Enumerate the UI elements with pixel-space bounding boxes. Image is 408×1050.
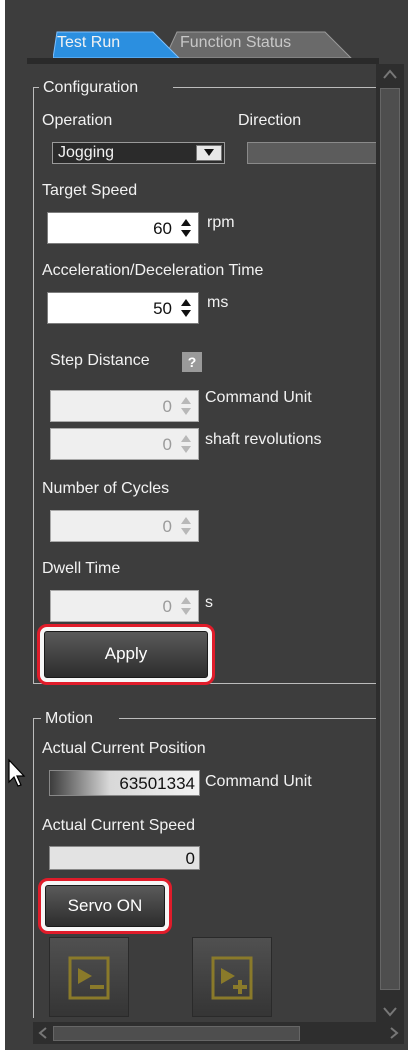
step-distance-label: Step Distance: [50, 352, 150, 369]
config-group-label: Configuration: [43, 79, 139, 96]
step-shaft-input[interactable]: 0: [50, 428, 199, 460]
mouse-pointer-icon: [8, 758, 26, 787]
cycles-value: 0: [162, 517, 172, 536]
spin-arrows-icon[interactable]: [178, 514, 194, 538]
target-speed-input[interactable]: 60: [47, 212, 199, 244]
cycles-input[interactable]: 0: [50, 510, 199, 542]
help-glyph: ?: [187, 354, 197, 370]
scroll-left-icon[interactable]: [33, 1022, 53, 1044]
scroll-down-icon[interactable]: [376, 1000, 404, 1022]
dwell-input[interactable]: 0: [50, 590, 199, 622]
jog-forward-icon: [211, 956, 253, 1000]
jog-reverse-icon: [68, 956, 110, 1000]
tab-strip: [27, 58, 379, 64]
step-command-input[interactable]: 0: [50, 390, 199, 422]
step-command-value: 0: [162, 397, 172, 416]
dwell-label: Dwell Time: [42, 560, 121, 577]
jog-reverse-button[interactable]: [49, 937, 129, 1017]
dwell-unit: s: [205, 594, 213, 611]
test-run-panel: Function Status Test Run Configuration O…: [5, 0, 408, 1050]
speed-value: 0: [185, 849, 195, 868]
operation-dropdown-button[interactable]: [196, 145, 222, 161]
apply-button[interactable]: Apply: [44, 631, 208, 678]
spin-arrows-icon[interactable]: [178, 432, 194, 456]
spin-arrows-icon[interactable]: [178, 394, 194, 418]
speed-readout: 0: [49, 846, 200, 870]
speed-label: Actual Current Speed: [42, 817, 195, 834]
motion-frame-top-left: [33, 718, 41, 719]
help-icon[interactable]: ?: [182, 352, 202, 372]
cycles-label: Number of Cycles: [42, 480, 170, 497]
direction-label: Direction: [238, 112, 302, 129]
horizontal-scroll-thumb[interactable]: [53, 1026, 300, 1041]
operation-label: Operation: [42, 112, 113, 129]
apply-button-highlight: Apply: [37, 624, 215, 685]
apply-button-label: Apply: [104, 644, 148, 663]
spin-arrows-icon[interactable]: [178, 216, 194, 240]
chevron-down-icon: [204, 149, 214, 156]
step-command-unit: Command Unit: [205, 389, 312, 406]
horizontal-scrollbar[interactable]: [33, 1022, 404, 1044]
motion-group-label: Motion: [45, 710, 94, 727]
operation-select[interactable]: Jogging: [52, 142, 225, 164]
spin-arrows-icon[interactable]: [178, 296, 194, 320]
target-speed-unit: rpm: [207, 214, 235, 231]
accel-input[interactable]: 50: [47, 292, 199, 324]
position-readout: 63501334: [49, 770, 200, 796]
step-shaft-value: 0: [162, 435, 172, 454]
jog-forward-button[interactable]: [192, 937, 272, 1017]
position-unit: Command Unit: [205, 773, 312, 790]
target-speed-label: Target Speed: [42, 182, 138, 199]
vertical-scroll-thumb[interactable]: [380, 88, 400, 990]
servo-on-button-highlight: Servo ON: [38, 878, 172, 934]
direction-select[interactable]: [247, 142, 377, 164]
config-frame-top-right: [173, 87, 376, 88]
vertical-scrollbar[interactable]: [376, 64, 404, 1022]
scroll-up-icon[interactable]: [376, 64, 404, 86]
spin-arrows-icon[interactable]: [178, 594, 194, 618]
position-label: Actual Current Position: [42, 740, 206, 757]
servo-on-button[interactable]: Servo ON: [45, 885, 165, 927]
accel-unit: ms: [207, 294, 229, 311]
target-speed-value: 60: [153, 219, 172, 238]
motion-frame-left: [33, 718, 34, 1018]
operation-select-value: Jogging: [58, 144, 115, 161]
step-shaft-unit: shaft revolutions: [205, 431, 322, 448]
accel-label: Acceleration/Deceleration Time: [42, 262, 264, 279]
position-value: 63501334: [119, 774, 195, 793]
config-frame-left: [33, 87, 34, 684]
tab-test-run-label[interactable]: Test Run: [57, 34, 120, 52]
dwell-value: 0: [162, 597, 172, 616]
scroll-right-icon[interactable]: [384, 1022, 404, 1044]
motion-frame-top-right: [119, 718, 376, 719]
servo-on-button-label: Servo ON: [67, 896, 143, 915]
accel-value: 50: [153, 299, 172, 318]
